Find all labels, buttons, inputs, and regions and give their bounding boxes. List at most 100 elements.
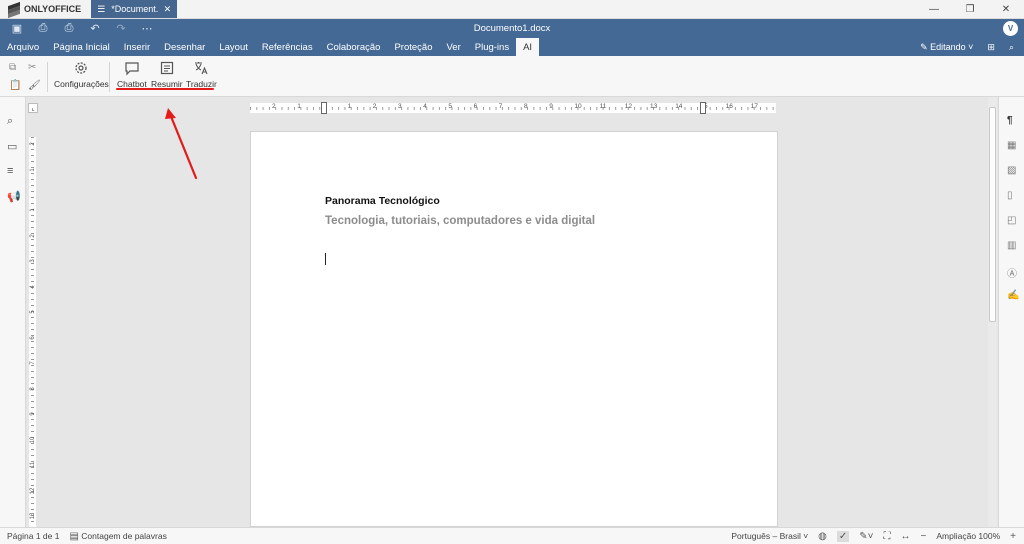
ruler-number: 4 [423,103,427,110]
text-cursor [325,253,326,265]
status-bar: Página 1 de 1 ▤ Contagem de palavras Por… [0,527,1024,544]
avatar[interactable]: V [1003,21,1018,36]
settings-button[interactable]: Configurações [54,60,109,89]
ruler-number: 7 [30,361,36,365]
table-settings-icon[interactable]: ▦ [1007,140,1016,151]
hamburger-icon[interactable]: ☰ [97,4,105,15]
zoom-in-icon[interactable]: + [1010,531,1016,542]
tab-ver[interactable]: Ver [439,38,467,56]
chat-bubble-icon [125,62,139,76]
close-tab-icon[interactable]: ✕ [164,4,172,15]
zoom-level[interactable]: Ampliação 100% [936,531,1000,541]
horizontal-ruler[interactable]: 211234567891011121314151617 [250,102,776,114]
tab-ai[interactable]: AI [516,38,540,56]
ruler-number: 12 [624,103,633,110]
ruler-number: 11 [30,462,36,469]
vertical-scrollbar[interactable] [988,97,997,527]
annotation-underline [116,88,214,90]
document-tab[interactable]: ☰ *Document... ✕ [91,0,178,18]
gear-icon [75,62,88,74]
tab-arquivo[interactable]: Arquivo [0,38,46,56]
open-location-icon[interactable]: ⊞ [987,42,995,53]
language-selector[interactable]: Português – Brasil ˅ [731,531,808,541]
summarize-button[interactable]: Resumir [151,60,183,89]
comments-icon[interactable]: ▭ [7,140,17,153]
copy-icon[interactable]: ⧉ [9,62,16,73]
word-count-label: Contagem de palavras [81,530,167,541]
toolbar-separator [47,62,48,92]
tab-referencias[interactable]: Referências [255,38,320,56]
ruler-number: 5 [30,310,36,314]
search-header-icon[interactable]: ⌕ [1009,42,1014,53]
annotation-arrow [165,108,198,180]
onlyoffice-logo[interactable]: ONLYOFFICE [0,0,91,19]
word-count-button[interactable]: ▤ Contagem de palavras [69,531,166,542]
ruler-number: 16 [725,103,733,110]
tab-stop-selector[interactable]: ⌞ [28,103,38,113]
image-settings-icon[interactable]: ▨ [1007,165,1016,176]
globe-icon[interactable]: ◍ [818,531,827,542]
ruler-number: 17 [750,103,759,110]
navigation-icon[interactable]: ≡ [7,165,13,177]
cut-icon[interactable]: ✂ [28,62,36,73]
restore-icon[interactable]: ❐ [952,0,988,18]
vertical-ruler[interactable]: ⌞ 2 1 1 2 3 4 5 6 7 8 9 10 11 12 13 [28,103,38,527]
zoom-out-icon[interactable]: − [921,531,927,542]
ruler-number: 2 [30,234,36,238]
translate-icon [195,62,208,75]
tab-layout[interactable]: Layout [212,38,255,56]
tab-colaboracao[interactable]: Colaboração [320,38,388,56]
search-icon[interactable]: ⌕ [7,115,13,128]
text-art-icon[interactable]: Ⓐ [1007,265,1017,280]
header-footer-icon[interactable]: ▯ [1007,190,1013,201]
paragraph-settings-icon[interactable]: ¶ [1007,115,1013,126]
document-subtitle[interactable]: Tecnologia, tutoriais, computadores e vi… [325,215,595,227]
editing-mode-dropdown[interactable]: ✎ Editando ˅ [920,42,973,53]
right-indent-marker[interactable] [700,102,706,114]
logo-text: ONLYOFFICE [24,4,82,14]
ruler-number: 2 [30,142,36,146]
page-info[interactable]: Página 1 de 1 [7,531,59,541]
translate-button[interactable]: Traduzir [186,60,217,89]
fit-page-icon[interactable]: ⛶ [884,531,891,542]
minimize-icon[interactable]: — [916,0,952,18]
ruler-number: 5 [448,103,453,110]
document-heading[interactable]: Panorama Tecnológico [325,195,440,207]
paste-icon[interactable]: 📋 [9,80,21,91]
tab-protecao[interactable]: Proteção [387,38,439,56]
shape-settings-icon[interactable]: ◰ [1007,215,1016,226]
ai-toolbar: ⧉ ✂ 📋 🖌 Configurações Chatbot Resumir Tr… [0,56,1024,97]
word-count-icon: ▤ [69,530,79,542]
chatbot-button[interactable]: Chatbot [117,60,147,89]
summarize-icon [160,61,173,75]
ruler-number: 14 [675,103,683,110]
ruler-number: 13 [30,512,36,520]
document-page[interactable]: Panorama Tecnológico Tecnologia, tutoria… [250,131,778,527]
ruler-number: 8 [30,387,36,391]
format-painter-icon[interactable]: 🖌 [28,80,41,91]
ruler-number: 9 [549,103,553,110]
ruler-number: 4 [30,285,36,289]
scrollbar-thumb[interactable] [989,107,996,322]
tab-pagina-inicial[interactable]: Página Inicial [46,38,117,56]
close-window-icon[interactable]: ✕ [988,0,1024,18]
track-changes-icon[interactable]: ✎˅ [859,531,873,542]
language-label: Português – Brasil [731,531,801,541]
ruler-number: 13 [650,103,658,110]
ruler-number: 12 [30,487,36,495]
right-side-panel: ¶ ▦ ▨ ▯ ◰ ▥ Ⓐ ✍ [998,97,1024,527]
left-indent-marker[interactable] [321,102,327,114]
fit-width-icon[interactable]: ↔ [901,531,911,542]
feedback-icon[interactable]: 📢 [7,190,21,203]
tab-desenhar[interactable]: Desenhar [157,38,212,56]
toolbar-separator [109,62,110,92]
spellcheck-icon[interactable]: ✓ [836,530,850,542]
ruler-number: 10 [574,103,582,110]
tab-plugins[interactable]: Plug-ins [468,38,516,56]
menu-bar: Arquivo Página Inicial Inserir Desenhar … [0,38,1024,56]
tab-inserir[interactable]: Inserir [117,38,157,56]
signature-icon[interactable]: ✍ [1007,290,1019,301]
editing-mode-label: Editando [930,41,966,52]
chart-settings-icon[interactable]: ▥ [1007,240,1016,251]
ruler-number: 3 [30,259,36,263]
